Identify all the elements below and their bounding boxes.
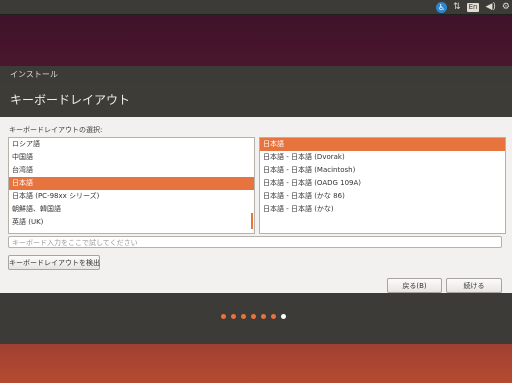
- installer-footer: [0, 293, 512, 344]
- page-title: キーボードレイアウト: [10, 93, 131, 107]
- language-item[interactable]: ロシア語: [9, 138, 254, 151]
- page-header: キーボードレイアウト: [0, 83, 512, 117]
- variant-item[interactable]: 日本語 - 日本語 (Macintosh): [260, 164, 505, 177]
- variant-item[interactable]: 日本語: [260, 138, 505, 151]
- detect-layout-button[interactable]: キーボードレイアウトを検出: [8, 255, 100, 270]
- installer-window: インストール キーボードレイアウト キーボードレイアウトの選択: ロシア語 中国語…: [0, 66, 512, 344]
- language-list[interactable]: ロシア語 中国語 台湾語 日本語 日本語 (PC-98xx シリーズ) 朝鮮語、韓国語 英語…: [8, 137, 255, 234]
- keyboard-layout-panel: キーボードレイアウトの選択: ロシア語 中国語 台湾語 日本語 日本語 (PC-98xx…: [0, 117, 512, 293]
- variant-list[interactable]: 日本語 日本語 - 日本語 (Dvorak) 日本語 - 日本語 (Macintos…: [259, 137, 506, 234]
- variant-item[interactable]: 日本語 - 日本語 (かな): [260, 203, 505, 216]
- variant-item[interactable]: 日本語 - 日本語 (Dvorak): [260, 151, 505, 164]
- back-button[interactable]: 戻る(B): [387, 278, 442, 293]
- continue-button[interactable]: 続ける: [446, 278, 502, 293]
- keyboard-test-input[interactable]: キーボード入力をここで試してください: [8, 236, 502, 248]
- progress-dot: [261, 314, 266, 319]
- progress-dot: [241, 314, 246, 319]
- accessibility-icon[interactable]: ♿: [436, 1, 448, 13]
- variant-item[interactable]: 日本語 - 日本語 (かな 86): [260, 190, 505, 203]
- volume-icon[interactable]: ◀): [485, 1, 495, 13]
- language-list-scrollbar[interactable]: [251, 213, 253, 229]
- network-icon[interactable]: ⇅: [453, 1, 461, 13]
- progress-dot: [271, 314, 276, 319]
- keyboard-language-indicator[interactable]: En: [466, 2, 480, 12]
- language-item[interactable]: 朝鮮語、韓国語: [9, 203, 254, 216]
- progress-dots: [221, 314, 286, 319]
- progress-dot-current: [281, 314, 286, 319]
- top-panel: ♿ ⇅ En ◀) ⚙: [0, 0, 512, 15]
- system-tray: ♿ ⇅ En ◀) ⚙: [436, 0, 510, 14]
- layout-list-label: キーボードレイアウトの選択:: [9, 126, 103, 134]
- window-title: インストール: [10, 70, 58, 79]
- variant-item[interactable]: 日本語 - 日本語 (OADG 109A): [260, 177, 505, 190]
- settings-gear-icon[interactable]: ⚙: [502, 1, 510, 13]
- language-item[interactable]: 日本語 (PC-98xx シリーズ): [9, 190, 254, 203]
- language-item[interactable]: 英語 (UK): [9, 216, 254, 229]
- progress-dot: [221, 314, 226, 319]
- progress-dot: [231, 314, 236, 319]
- window-titlebar[interactable]: インストール: [0, 66, 512, 83]
- language-item[interactable]: 台湾語: [9, 164, 254, 177]
- language-item[interactable]: 日本語: [9, 177, 254, 190]
- progress-dot: [251, 314, 256, 319]
- language-item[interactable]: 中国語: [9, 151, 254, 164]
